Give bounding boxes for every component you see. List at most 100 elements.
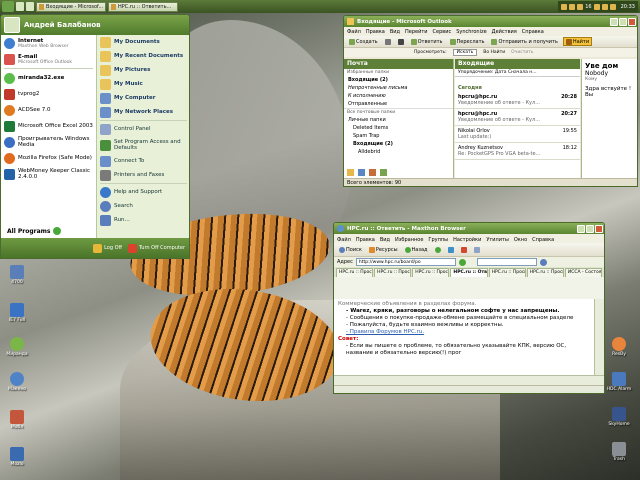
menu-edit[interactable]: Правка [366,29,385,35]
maxthon-titlebar[interactable]: HPC.ru :: Ответить - Maxthon Browser [334,223,604,234]
start-item-acdsee[interactable]: ACDSee 7.0 [1,102,96,118]
contacts-icon[interactable] [369,169,376,176]
vertical-scrollbar[interactable] [594,299,604,375]
desktop-icon-ie7[interactable]: IE7 Full [2,303,32,323]
menu-utilities[interactable]: Утилиты [486,237,509,243]
quicklaunch-browser-icon[interactable] [26,2,34,11]
tray-icon[interactable] [609,3,616,10]
start-item-media-player[interactable]: Проигрыватель Windows Media [1,134,96,150]
menu-favorites[interactable]: Избранное [395,237,423,243]
clock[interactable]: 20:33 [621,4,635,10]
tab-hpc-reply[interactable]: HPC.ru :: Отв [450,268,488,277]
forward-button[interactable]: Переслать [448,37,487,46]
mail-icon[interactable] [347,169,354,176]
folder-inbox[interactable]: Входящие (2) [344,76,453,84]
start-place-help[interactable]: Help and Support [97,185,189,199]
start-place-run[interactable]: Run... [97,213,189,227]
folder-unread[interactable]: Непрочтенные письма [344,84,453,92]
close-icon[interactable] [595,224,603,233]
find-button[interactable]: Найти [562,37,593,46]
forward-button[interactable] [433,245,443,254]
quicklaunch-desktop-icon[interactable] [16,2,24,11]
reply-button[interactable]: Ответить [409,37,445,46]
maximize-icon[interactable] [619,17,627,26]
menu-synchronize[interactable]: Synchronize [456,29,486,35]
start-place-my-pictures[interactable]: My Pictures [97,63,189,77]
maximize-icon[interactable] [586,224,594,233]
menu-window[interactable]: Окно [514,237,527,243]
outlook-titlebar[interactable]: Входящие - Microsoft Outlook [344,16,637,27]
search-field[interactable]: Искать [452,49,478,56]
taskbar-task-maxthon[interactable]: HPC.ru :: Ответить... [108,1,178,12]
tab-hpc-view[interactable]: HPC.ru :: Просмо [412,268,450,277]
home-button[interactable] [472,245,482,254]
start-place-printers[interactable]: Printers and Faxes [97,168,189,182]
print-button[interactable] [383,37,393,46]
send-receive-button[interactable]: Отправить и получить [489,37,559,46]
desktop-icon-resby[interactable]: ResBy [604,337,634,357]
folder-personal[interactable]: Личные папки [344,116,453,124]
desktop-icon-skyhome[interactable]: SkyHome [604,407,634,427]
go-icon[interactable] [458,258,466,266]
start-place-search[interactable]: Search [97,199,189,213]
folder-followup[interactable]: К исполнению [344,92,453,100]
search-in-dropdown[interactable]: Во Найти [483,50,505,55]
desktop-icon-4700[interactable]: 4700 [2,265,32,285]
start-item-email[interactable]: E-mail Microsoft Office Outlook [1,51,96,67]
tray-icon[interactable] [593,3,600,10]
menu-file[interactable]: Файл [347,29,361,35]
mail-item[interactable]: hpcru@hpc.ru 20:28 Уведомление об ответе -… [455,92,580,109]
menu-help[interactable]: Справка [522,29,544,35]
start-item-miranda[interactable]: miranda32.exe [1,70,96,86]
menu-view[interactable]: Вид [380,237,390,243]
menu-go[interactable]: Перейти [405,29,428,35]
delete-button[interactable] [396,37,406,46]
start-item-firefox[interactable]: Mozilla Firefox (Safe Mode) [1,150,96,166]
menu-help[interactable]: Справка [532,237,554,243]
folder-deleted[interactable]: Deleted Items [344,124,453,132]
start-item-webmoney[interactable]: WebMoney Keeper Classic 2.4.0.0 [1,166,96,182]
new-button[interactable]: Создать [347,37,380,46]
address-input[interactable]: http://www.hpc.ru/board/po [355,258,456,266]
forum-rules-link[interactable]: - Правила Форумов HPC.ru. [346,329,590,336]
tab-hpc-view[interactable]: HPC.ru :: Просмо [374,268,412,277]
mail-item[interactable]: Andrey Kuznetsov 18:12 Re: PocketGPS Pro V… [455,143,580,160]
stop-button[interactable] [459,245,469,254]
web-search-input[interactable] [476,258,537,266]
menu-tools[interactable]: Сервис [433,29,452,35]
tray-icon[interactable] [577,3,584,10]
menu-view[interactable]: Вид [390,29,400,35]
desktop-icon-macleo[interactable]: Маклео [2,372,32,392]
horizontal-scrollbar[interactable] [334,375,604,385]
desktop-icon-trash[interactable]: Trash [604,442,634,462]
mail-item[interactable]: hpcru@hpc.ru 20:27 Уведомление об ответе -… [455,109,580,126]
tab-issa-status[interactable]: ИССА - Состояни [564,268,602,277]
desktop-icon-hdc-alarm[interactable]: HDC Alarm [604,372,634,392]
start-place-my-music[interactable]: My Music [97,77,189,91]
calendar-icon[interactable] [358,169,365,176]
resources-button[interactable]: Ресурсы [367,245,400,254]
tray-icon[interactable] [561,3,568,10]
tab-hpc-view[interactable]: HPC.ru :: Просмо [526,268,564,277]
folder-alldebrid[interactable]: Alldebrid [344,148,453,156]
turn-off-button[interactable]: Turn Off Computer [127,243,185,253]
minimize-icon[interactable] [610,17,618,26]
start-item-internet[interactable]: Internet Maxthon Web Browser [1,35,96,51]
desktop-icon-mozlo[interactable]: Mozlo [2,447,32,467]
start-item-excel[interactable]: Microsoft Office Excel 2003 [1,118,96,134]
menu-settings[interactable]: Настройки [453,237,481,243]
menu-file[interactable]: Файл [337,237,351,243]
mail-item[interactable]: Nikolai Orlov 19:55 Last update:) [455,126,580,143]
sort-selector[interactable]: Упорядочение: Дата Сначала н... [455,69,580,77]
tray-icon[interactable] [601,3,608,10]
refresh-button[interactable] [446,245,456,254]
start-place-my-computer[interactable]: My Computer [97,91,189,105]
tray-icon[interactable] [569,3,576,10]
start-place-control-panel[interactable]: Control Panel [97,122,189,136]
folder-spam-trap[interactable]: Spam Trap [344,132,453,140]
menu-edit[interactable]: Правка [356,237,375,243]
close-icon[interactable] [628,17,636,26]
menu-actions[interactable]: Действия [492,29,517,35]
start-item-tvprog[interactable]: tvprog2 [1,86,96,102]
clear-button[interactable]: Очистить [511,50,533,55]
